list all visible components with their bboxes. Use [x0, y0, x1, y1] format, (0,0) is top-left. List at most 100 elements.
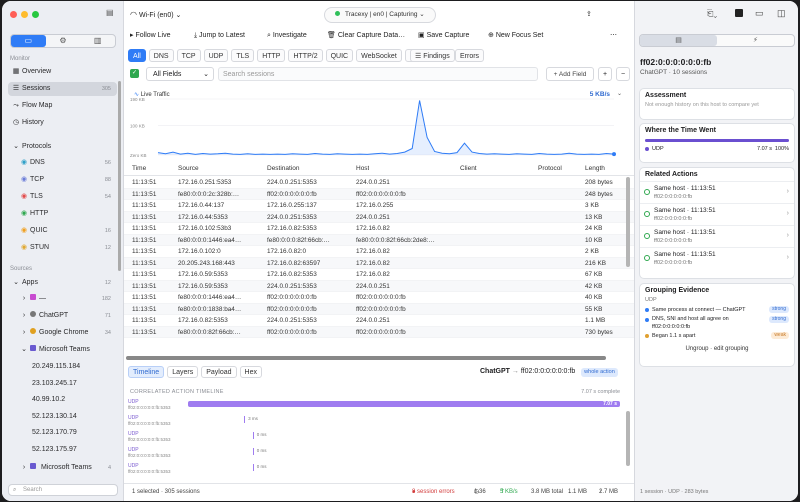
- sidebar-item-ip[interactable]: 40.99.10.2: [22, 393, 117, 407]
- sidebar-item-app[interactable]: › Google Chrome 34: [16, 326, 117, 340]
- column-header-source[interactable]: Source: [178, 161, 199, 176]
- sidebar-item-flow-map[interactable]: ⤳ Flow Map: [8, 99, 117, 113]
- inspector-mode-details-icon[interactable]: ▤: [640, 35, 717, 46]
- table-row[interactable]: 11:13:51 fe80:0:0:0:1446:ea4… ff02:0:0:0:0…: [124, 292, 634, 304]
- timeline-row[interactable]: UDP ff02:0:0:0:0:0:fb:5353 0 ms: [128, 447, 628, 461]
- more-menu-button[interactable]: ⋯: [610, 28, 617, 44]
- table-vertical-scrollbar[interactable]: [626, 177, 630, 267]
- detail-tab-layers[interactable]: Layers: [167, 366, 199, 378]
- timeline-scrollbar[interactable]: [626, 411, 630, 466]
- findings-button[interactable]: ☰ Findings: [410, 49, 455, 62]
- tab-tls[interactable]: TLS: [231, 49, 255, 62]
- investigate-button[interactable]: ⌕ Investigate: [267, 28, 307, 44]
- tab-websocket[interactable]: WebSocket: [356, 49, 402, 62]
- zoom-window-button[interactable]: [32, 11, 39, 18]
- errors-button[interactable]: Errors: [455, 49, 485, 62]
- ungroup-button[interactable]: Ungroup · edit grouping: [640, 346, 794, 352]
- sidebar-item-history[interactable]: ◷ History: [8, 116, 117, 130]
- table-row[interactable]: 11:13:51 20.205.243.168:443 172.16.0.82:63…: [124, 257, 634, 269]
- table-horizontal-scrollbar[interactable]: [126, 356, 606, 360]
- table-row[interactable]: 11:13:51 172.16.0.102:53b3 172.16.0.82:535…: [124, 223, 634, 235]
- related-action-item[interactable]: Same host · 11:13:51 ff02:0:0:0:0:0:fb ›: [640, 247, 794, 269]
- new-focus-set-button[interactable]: ⊕ New Focus Set: [488, 28, 543, 44]
- table-row[interactable]: 11:13:51 fe80:0:0:0:2c:328b:… ff02:0:0:0:0…: [124, 188, 634, 200]
- column-header-client[interactable]: Client: [460, 161, 477, 176]
- related-action-item[interactable]: Same host · 11:13:51 ff02:0:0:0:0:0:fb ›: [640, 225, 794, 247]
- timeline-row[interactable]: UDP ff02:0:0:0:0:0:fb:5353 0 ms: [128, 431, 628, 445]
- sidebar-item-ip[interactable]: 52.123.130.14: [22, 410, 117, 424]
- related-action-item[interactable]: Same host · 11:13:51 ff02:0:0:0:0:0:fb ›: [640, 203, 794, 225]
- filter-enabled-checkbox[interactable]: ✓: [130, 69, 139, 78]
- sidebar-mode-settings-icon[interactable]: ⚙: [46, 35, 81, 47]
- clear-capture-button[interactable]: 🗑︎ Clear Capture Data…: [327, 28, 405, 44]
- column-header-length[interactable]: Length: [585, 161, 605, 176]
- tab-http2[interactable]: HTTP/2: [288, 49, 323, 62]
- sidebar-item-ip[interactable]: 52.123.175.97: [22, 443, 117, 457]
- table-row[interactable]: 11:13:51 fe80:0:0:0:82f:66cb:… ff02:0:0:0:…: [124, 326, 634, 338]
- timeline-row[interactable]: UDP ff02:0:0:0:0:0:fb:5353 0 ms: [128, 463, 628, 477]
- sidebar-item-quic[interactable]: ◉ QUIC 16: [16, 224, 117, 238]
- sidebar-item-ip[interactable]: 52.123.170.79: [22, 426, 117, 440]
- close-window-button[interactable]: [10, 11, 17, 18]
- sidebar-item-tls[interactable]: ◉ TLS 54: [16, 190, 117, 204]
- table-row[interactable]: 11:13:51 172.16.0.44:5353 224.0.0.251:5353…: [124, 211, 634, 223]
- sidebar-mode-list-icon[interactable]: ▭: [11, 35, 46, 47]
- sidebar-search-input[interactable]: ⌕ Search: [8, 484, 118, 496]
- timeline-row[interactable]: UDP ff02:0:0:0:0:0:fb:5353 3 ms: [128, 415, 628, 429]
- tab-quic[interactable]: QUIC: [325, 49, 354, 62]
- apps-menu-icon[interactable]: ⎗⌄: [707, 9, 717, 19]
- stop-capture-icon[interactable]: [735, 9, 743, 17]
- sidebar-item-tcp[interactable]: ◉ TCP 88: [16, 173, 117, 187]
- tab-tcp[interactable]: TCP: [176, 49, 201, 62]
- tab-udp[interactable]: UDP: [203, 49, 229, 62]
- detail-tab-payload[interactable]: Payload: [201, 366, 237, 378]
- add-filter-button[interactable]: +: [598, 67, 612, 81]
- sidebar-item-ip[interactable]: 23.103.245.17: [22, 377, 117, 391]
- related-action-item[interactable]: Same host · 11:13:51 ff02:0:0:0:0:0:fb ›: [640, 181, 794, 203]
- sidebar-item-app[interactable]: › — 182: [16, 292, 117, 306]
- tab-dns[interactable]: DNS: [148, 49, 174, 62]
- sidebar-toggle-icon[interactable]: ▤: [106, 8, 114, 17]
- jump-latest-button[interactable]: ⤓ Jump to Latest: [194, 28, 245, 44]
- remove-filter-button[interactable]: −: [616, 67, 630, 81]
- tab-http[interactable]: HTTP: [257, 49, 286, 62]
- inspector-mode-actions-icon[interactable]: ⚡︎: [717, 35, 794, 46]
- inspector-toggle-icon[interactable]: ◫: [777, 8, 786, 19]
- column-header-host[interactable]: Host: [356, 161, 369, 176]
- sidebar-item-sessions[interactable]: ☰ Sessions 305: [8, 82, 117, 96]
- table-row[interactable]: 11:13:51 172.16.0.59:5353 172.16.0.82:5353…: [124, 269, 634, 281]
- sidebar-item-overview[interactable]: ▦ Overview: [8, 65, 117, 79]
- table-row[interactable]: 11:13:51 172.16.0.59:5353 224.0.0.251:5353…: [124, 280, 634, 292]
- share-button[interactable]: ⇪: [586, 7, 592, 23]
- table-row[interactable]: 11:13:51 172.16.0.251:5353 224.0.0.251:535…: [124, 177, 634, 189]
- save-capture-button[interactable]: ▣ Save Capture: [418, 28, 469, 44]
- detail-scope-badge[interactable]: whole action: [581, 368, 618, 377]
- table-row[interactable]: 11:13:51 172.16.0.44:137 172.16.0.255:137 1…: [124, 200, 634, 212]
- table-row[interactable]: 11:13:51 fe80:0:0:0:1838:ba4… ff02:0:0:0:0…: [124, 303, 634, 315]
- detail-tab-timeline[interactable]: Timeline: [128, 366, 165, 378]
- field-select[interactable]: All Fields ⌄: [146, 67, 214, 81]
- session-search-input[interactable]: Search sessions: [218, 67, 538, 81]
- tab-all[interactable]: All: [128, 49, 146, 62]
- sidebar-item-stun[interactable]: ◉ STUN 12: [16, 241, 117, 255]
- sidebar-scrollbar[interactable]: [118, 81, 121, 271]
- interface-picker[interactable]: ◠ Wi-Fi (en0) ⌄: [130, 7, 181, 23]
- sidebar-item-dns[interactable]: ◉ DNS 56: [16, 156, 117, 170]
- sidebar-item-app[interactable]: › ChatGPT 71: [16, 309, 117, 323]
- sidebar-item-app[interactable]: ⌄ Microsoft Teams: [16, 343, 117, 357]
- protocols-group[interactable]: ⌄ Protocols: [8, 140, 117, 154]
- table-row[interactable]: 11:13:51 172.16.0.82:5353 224.0.0.251:5353…: [124, 315, 634, 327]
- minimize-window-button[interactable]: [21, 11, 28, 18]
- sidebar-item-ip[interactable]: 20.249.115.184: [22, 360, 117, 374]
- sidebar-mode-stats-icon[interactable]: ▥: [80, 35, 115, 47]
- column-header-protocol[interactable]: Protocol: [538, 161, 562, 176]
- capture-status-pill[interactable]: Tracexy | en0 | Capturing ⌄: [324, 7, 436, 23]
- add-field-button[interactable]: + Add Field: [546, 67, 594, 81]
- apps-group[interactable]: ⌄ Apps 12: [8, 276, 117, 290]
- detail-tab-hex[interactable]: Hex: [239, 366, 262, 378]
- follow-live-button[interactable]: ▸ Follow Live: [130, 28, 170, 44]
- layout-toggle-icon[interactable]: ▭: [755, 8, 764, 19]
- sidebar-item-teams-2[interactable]: › Microsoft Teams 4: [16, 461, 117, 475]
- table-row[interactable]: 11:13:51 fe80:0:0:0:1446:ea4… fe80:0:0:0:8…: [124, 234, 634, 246]
- table-row[interactable]: 11:13:51 172.16.0.102:0 172.16.0.82:0 172.1…: [124, 246, 634, 258]
